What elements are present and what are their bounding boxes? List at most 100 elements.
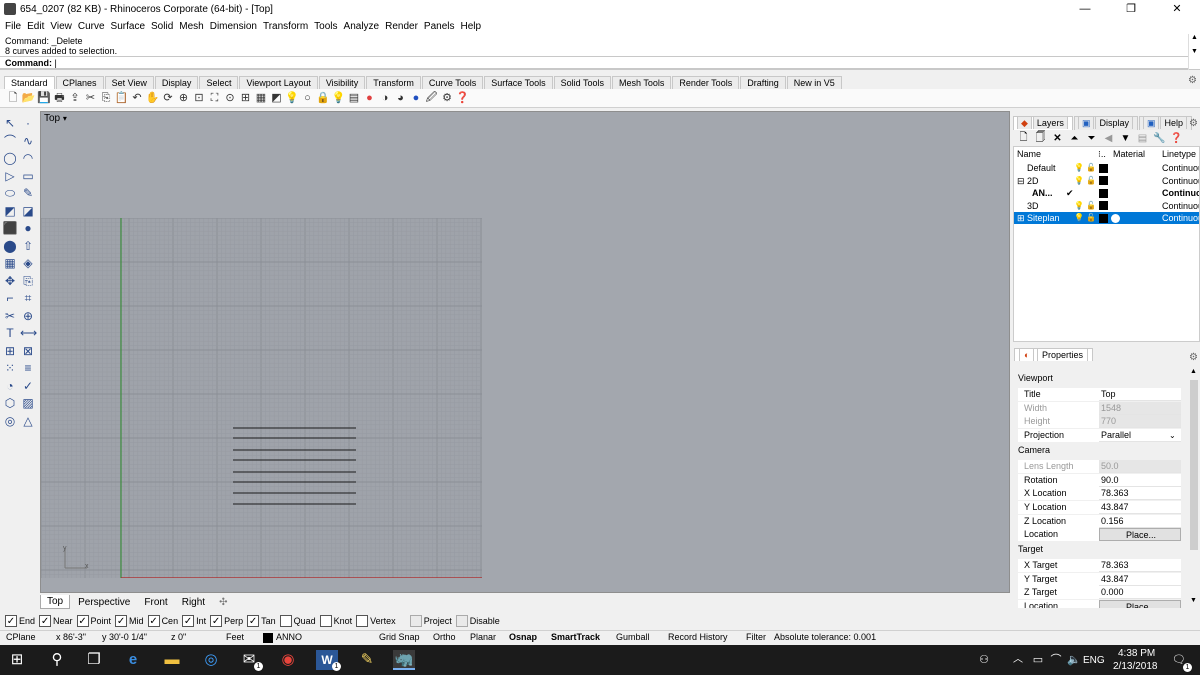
osnap-checkbox[interactable]: ✓: [115, 615, 128, 627]
viewport-tab-top[interactable]: Top: [40, 595, 71, 609]
arc-icon[interactable]: ◠: [20, 150, 36, 166]
hatch-icon[interactable]: ▨: [20, 395, 36, 411]
layer-visibility-bulb-icon[interactable]: 💡: [1074, 175, 1084, 187]
column-header-material[interactable]: Material: [1113, 149, 1145, 159]
move-icon[interactable]: ✥: [2, 273, 18, 289]
command-input[interactable]: Command: |: [0, 56, 1188, 69]
shade-icon[interactable]: ◑: [378, 91, 392, 105]
osnap-knot[interactable]: Knot: [319, 615, 352, 627]
pan-icon[interactable]: ✋: [146, 91, 160, 105]
move-layer-out-icon[interactable]: ◀: [1102, 133, 1115, 144]
viewport-tab-front[interactable]: Front: [138, 596, 173, 609]
copy-icon[interactable]: ⎘: [99, 91, 113, 105]
cut-icon[interactable]: ✂: [84, 91, 98, 105]
point-icon[interactable]: ·: [20, 115, 36, 131]
copy-object-icon[interactable]: ⎘: [20, 273, 36, 289]
layer-linetype[interactable]: Continuous: [1162, 175, 1199, 187]
points-on-icon[interactable]: ◎: [2, 413, 18, 429]
layer-name[interactable]: 2D: [1027, 175, 1039, 187]
layer-color-swatch[interactable]: [1099, 163, 1108, 173]
check-icon[interactable]: ✓: [20, 378, 36, 394]
filter-layers-icon[interactable]: ▼: [1119, 133, 1132, 144]
layer-row[interactable]: AN... ✔ Continuous: [1014, 187, 1199, 199]
file-explorer-icon[interactable]: ▬: [161, 650, 183, 670]
show-hidden-icons-chevron-icon[interactable]: ︿: [1007, 650, 1029, 670]
clock-time[interactable]: 4:38 PM: [1118, 648, 1155, 659]
place-button[interactable]: Place...: [1099, 528, 1181, 542]
layer-color-swatch[interactable]: [1099, 176, 1108, 185]
menu-file[interactable]: File: [2, 21, 24, 32]
new-file-icon[interactable]: 🗋: [6, 91, 20, 105]
toolbar-tab-set-view[interactable]: Set View: [104, 76, 154, 89]
layer-linetype[interactable]: Continuous: [1162, 162, 1199, 174]
osnap-mid[interactable]: ✓ Mid: [115, 615, 144, 627]
osnap-point[interactable]: ✓ Point: [76, 615, 111, 627]
osnap-checkbox[interactable]: ✓: [247, 615, 260, 627]
property-value-x-location[interactable]: 78.363: [1099, 487, 1181, 501]
layer-linetype[interactable]: Continuous: [1162, 187, 1199, 199]
osnap-checkbox[interactable]: ✓: [5, 615, 17, 627]
grid-snap-toggle[interactable]: Grid Snap: [379, 632, 420, 642]
osnap-checkbox[interactable]: [319, 615, 332, 627]
column-header-flags[interactable]: ⁝..: [1098, 149, 1106, 160]
surface-from-curves-icon[interactable]: ◩: [2, 203, 18, 219]
sphere-solid-icon[interactable]: ●: [20, 220, 36, 236]
command-scrollbar[interactable]: ▲ ▼: [1188, 34, 1200, 70]
toolbar-options-gear-icon[interactable]: ⚙: [1188, 75, 1197, 86]
viewport-tab-perspective[interactable]: Perspective: [72, 596, 136, 609]
osnap-checkbox[interactable]: [279, 615, 292, 627]
surface-edit-icon[interactable]: ◪: [20, 203, 36, 219]
import-icon[interactable]: ⇪: [68, 91, 82, 105]
osnap-near[interactable]: ✓ Near: [39, 615, 73, 627]
move-layer-down-icon[interactable]: ⏷: [1085, 133, 1098, 144]
polyline-icon[interactable]: ⌒: [2, 133, 18, 149]
viewport-menu-chevron-icon[interactable]: ▾: [63, 114, 67, 123]
layer-row[interactable]: ⊟2D 💡🔓 Continuous: [1014, 175, 1199, 187]
sphere-icon[interactable]: ●: [409, 91, 423, 105]
toolbar-tab-cplanes[interactable]: CPlanes: [55, 76, 104, 89]
rhino-taskbar-icon[interactable]: 🦏: [393, 650, 415, 670]
properties-tab[interactable]: ◐ Properties: [1014, 348, 1093, 361]
osnap-checkbox[interactable]: ✓: [76, 615, 89, 627]
property-value-y-target[interactable]: 43.847: [1099, 572, 1181, 586]
menu-help[interactable]: Help: [458, 21, 485, 32]
split-icon[interactable]: ⌗: [20, 290, 36, 306]
viewport-tab-right[interactable]: Right: [176, 596, 211, 609]
layer-row[interactable]: 3D 💡🔓 Continuous: [1014, 200, 1199, 212]
text-icon[interactable]: T: [2, 325, 18, 341]
toolbar-tab-surface-tools[interactable]: Surface Tools: [484, 76, 553, 89]
curve-icon[interactable]: ∿: [20, 133, 36, 149]
new-layer-icon[interactable]: 🗋: [1017, 130, 1030, 147]
osnap-tan[interactable]: ✓ Tan: [247, 615, 276, 627]
toolbar-tab-curve-tools[interactable]: Curve Tools: [421, 76, 484, 89]
show-objects-icon[interactable]: 💡: [285, 91, 299, 105]
open-file-icon[interactable]: 📂: [22, 91, 36, 105]
osnap-toggle[interactable]: Osnap: [509, 632, 537, 642]
gumball-toggle[interactable]: Gumball: [616, 632, 650, 642]
layer-color-swatch[interactable]: [1099, 213, 1108, 223]
delete-layer-icon[interactable]: ✕: [1051, 133, 1064, 144]
menu-solid[interactable]: Solid: [148, 21, 176, 32]
menu-surface[interactable]: Surface: [108, 21, 148, 32]
toolbar-tab-visibility[interactable]: Visibility: [318, 76, 366, 89]
top-viewport[interactable]: Top ▾ y x: [40, 111, 1010, 593]
help-icon[interactable]: ❓: [456, 91, 470, 105]
properties-options-gear-icon[interactable]: ⚙: [1189, 352, 1198, 363]
menu-dimension[interactable]: Dimension: [207, 21, 260, 32]
light-icon[interactable]: 💡: [332, 91, 346, 105]
panel-tab-help[interactable]: ▣ Help: [1138, 116, 1192, 130]
zoom-extents-icon[interactable]: ⛶: [208, 91, 222, 105]
menu-render[interactable]: Render: [382, 21, 421, 32]
toolbar-tab-render-tools[interactable]: Render Tools: [672, 76, 740, 89]
zoom-in-icon[interactable]: ⊕: [177, 91, 191, 105]
layer-visibility-bulb-icon[interactable]: 💡: [1074, 200, 1084, 212]
property-value-rotation[interactable]: 90.0: [1099, 473, 1181, 487]
property-value-z-target[interactable]: 0.000: [1099, 586, 1181, 600]
smarttrack-toggle[interactable]: SmartTrack: [551, 632, 600, 642]
osnap-checkbox[interactable]: ✓: [39, 615, 52, 627]
toolbar-tab-new-in-v5[interactable]: New in V5: [786, 76, 842, 89]
record-history-toggle[interactable]: Record History: [668, 632, 728, 642]
layer-name[interactable]: 3D: [1027, 200, 1039, 212]
maximize-button[interactable]: ❐: [1108, 0, 1154, 18]
array-icon[interactable]: ⁙: [2, 360, 18, 376]
